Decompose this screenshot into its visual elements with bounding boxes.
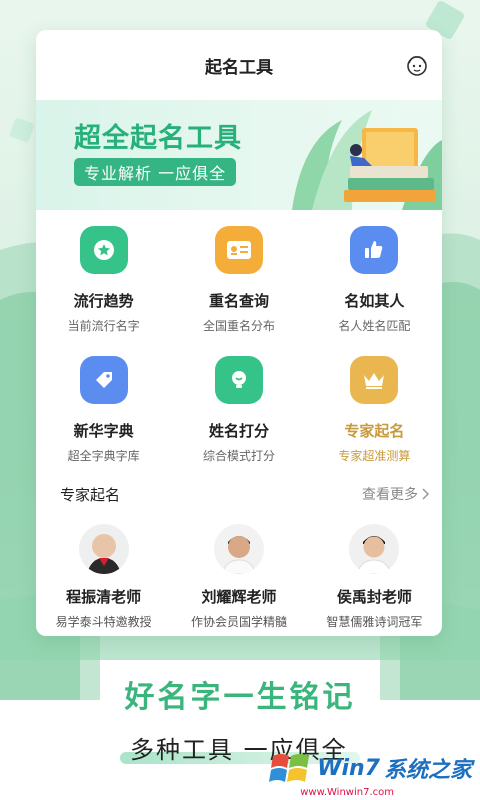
view-more-label: 查看更多 (362, 487, 418, 503)
expert-name: 刘耀辉老师 (201, 588, 277, 606)
thumbs-up-icon (350, 226, 399, 274)
tool-dictionary[interactable]: 新华字典 超全字典字库 (36, 354, 171, 484)
star-icon (79, 226, 128, 274)
watermark-brand: 系统之家 (383, 758, 472, 783)
slogan: 好名字一生铭记 (124, 680, 356, 715)
expert-desc: 作协会员国学精髓 (190, 615, 287, 629)
books-illustration (292, 110, 442, 210)
tag-icon (79, 356, 128, 404)
windows-logo-icon (269, 754, 310, 782)
tool-name: 流行趋势 (73, 292, 134, 310)
expert-name: 侯禹封老师 (336, 588, 412, 606)
tool-name-score[interactable]: 姓名打分 综合模式打分 (171, 354, 306, 484)
tool-desc: 名人姓名匹配 (338, 319, 411, 333)
tool-name: 重名查询 (208, 292, 269, 310)
experts-title: 专家起名 (60, 485, 121, 504)
banner[interactable]: 超全起名工具 专业解析 一应俱全 (36, 100, 442, 210)
tool-duplicate-name[interactable]: 重名查询 全国重名分布 (171, 224, 306, 354)
avatar (349, 524, 400, 574)
expert-name: 程振清老师 (66, 588, 142, 606)
avatar (213, 524, 264, 574)
expert-desc: 易学泰斗特邀教授 (55, 615, 152, 629)
banner-tag: 专业解析 一应俱全 (74, 158, 237, 186)
watermark: Win7 系统之家 (269, 748, 472, 788)
expert-desc: 智慧儒雅诗词冠军 (326, 615, 423, 629)
tool-desc: 全国重名分布 (202, 319, 275, 333)
id-card-icon (214, 226, 263, 274)
tool-expert-naming[interactable]: 专家起名 专家超准测算 (307, 354, 442, 484)
tool-name: 名如其人 (344, 292, 405, 310)
tool-name-match[interactable]: 名如其人 名人姓名匹配 (307, 224, 442, 354)
user-face-icon[interactable] (404, 52, 430, 78)
tool-desc: 专家超准测算 (338, 449, 411, 463)
crown-icon (350, 356, 399, 404)
tools-grid: 流行趋势 当前流行名字 重名查询 全国重名分布 名如其人 名人姓名匹配 新华字典… (36, 210, 442, 484)
chevron-right-icon (422, 488, 430, 500)
avatar (78, 524, 129, 574)
tool-desc: 当前流行名字 (67, 319, 140, 333)
tool-name: 专家起名 (344, 422, 405, 440)
experts-list: 程振清老师 易学泰斗特邀教授 刘耀辉老师 作协会员国学精髓 侯禹封老师 智慧儒雅… (36, 524, 442, 630)
tool-desc: 综合模式打分 (202, 449, 275, 463)
tool-trending[interactable]: 流行趋势 当前流行名字 (36, 224, 171, 354)
tool-name: 姓名打分 (208, 422, 269, 440)
main-card: 起名工具 超全起名工具 专业解析 一应俱全 流行趋势 当前流行名字 重名查询 全… (36, 30, 442, 636)
expert-card[interactable]: 刘耀辉老师 作协会员国学精髓 (171, 524, 306, 630)
expert-card[interactable]: 程振清老师 易学泰斗特邀教授 (36, 524, 171, 630)
watermark-logo-text: Win7 (317, 755, 380, 781)
watermark-url: www.Winwin7.com (300, 787, 394, 798)
tool-name: 新华字典 (73, 422, 134, 440)
view-more-link[interactable]: 查看更多 (362, 484, 430, 504)
banner-title: 超全起名工具 (74, 123, 242, 154)
top-bar: 起名工具 (36, 30, 442, 100)
expert-card[interactable]: 侯禹封老师 智慧儒雅诗词冠军 (307, 524, 442, 630)
bulb-icon (214, 356, 263, 404)
tool-desc: 超全字典字库 (67, 449, 140, 463)
page-title: 起名工具 (205, 57, 273, 78)
